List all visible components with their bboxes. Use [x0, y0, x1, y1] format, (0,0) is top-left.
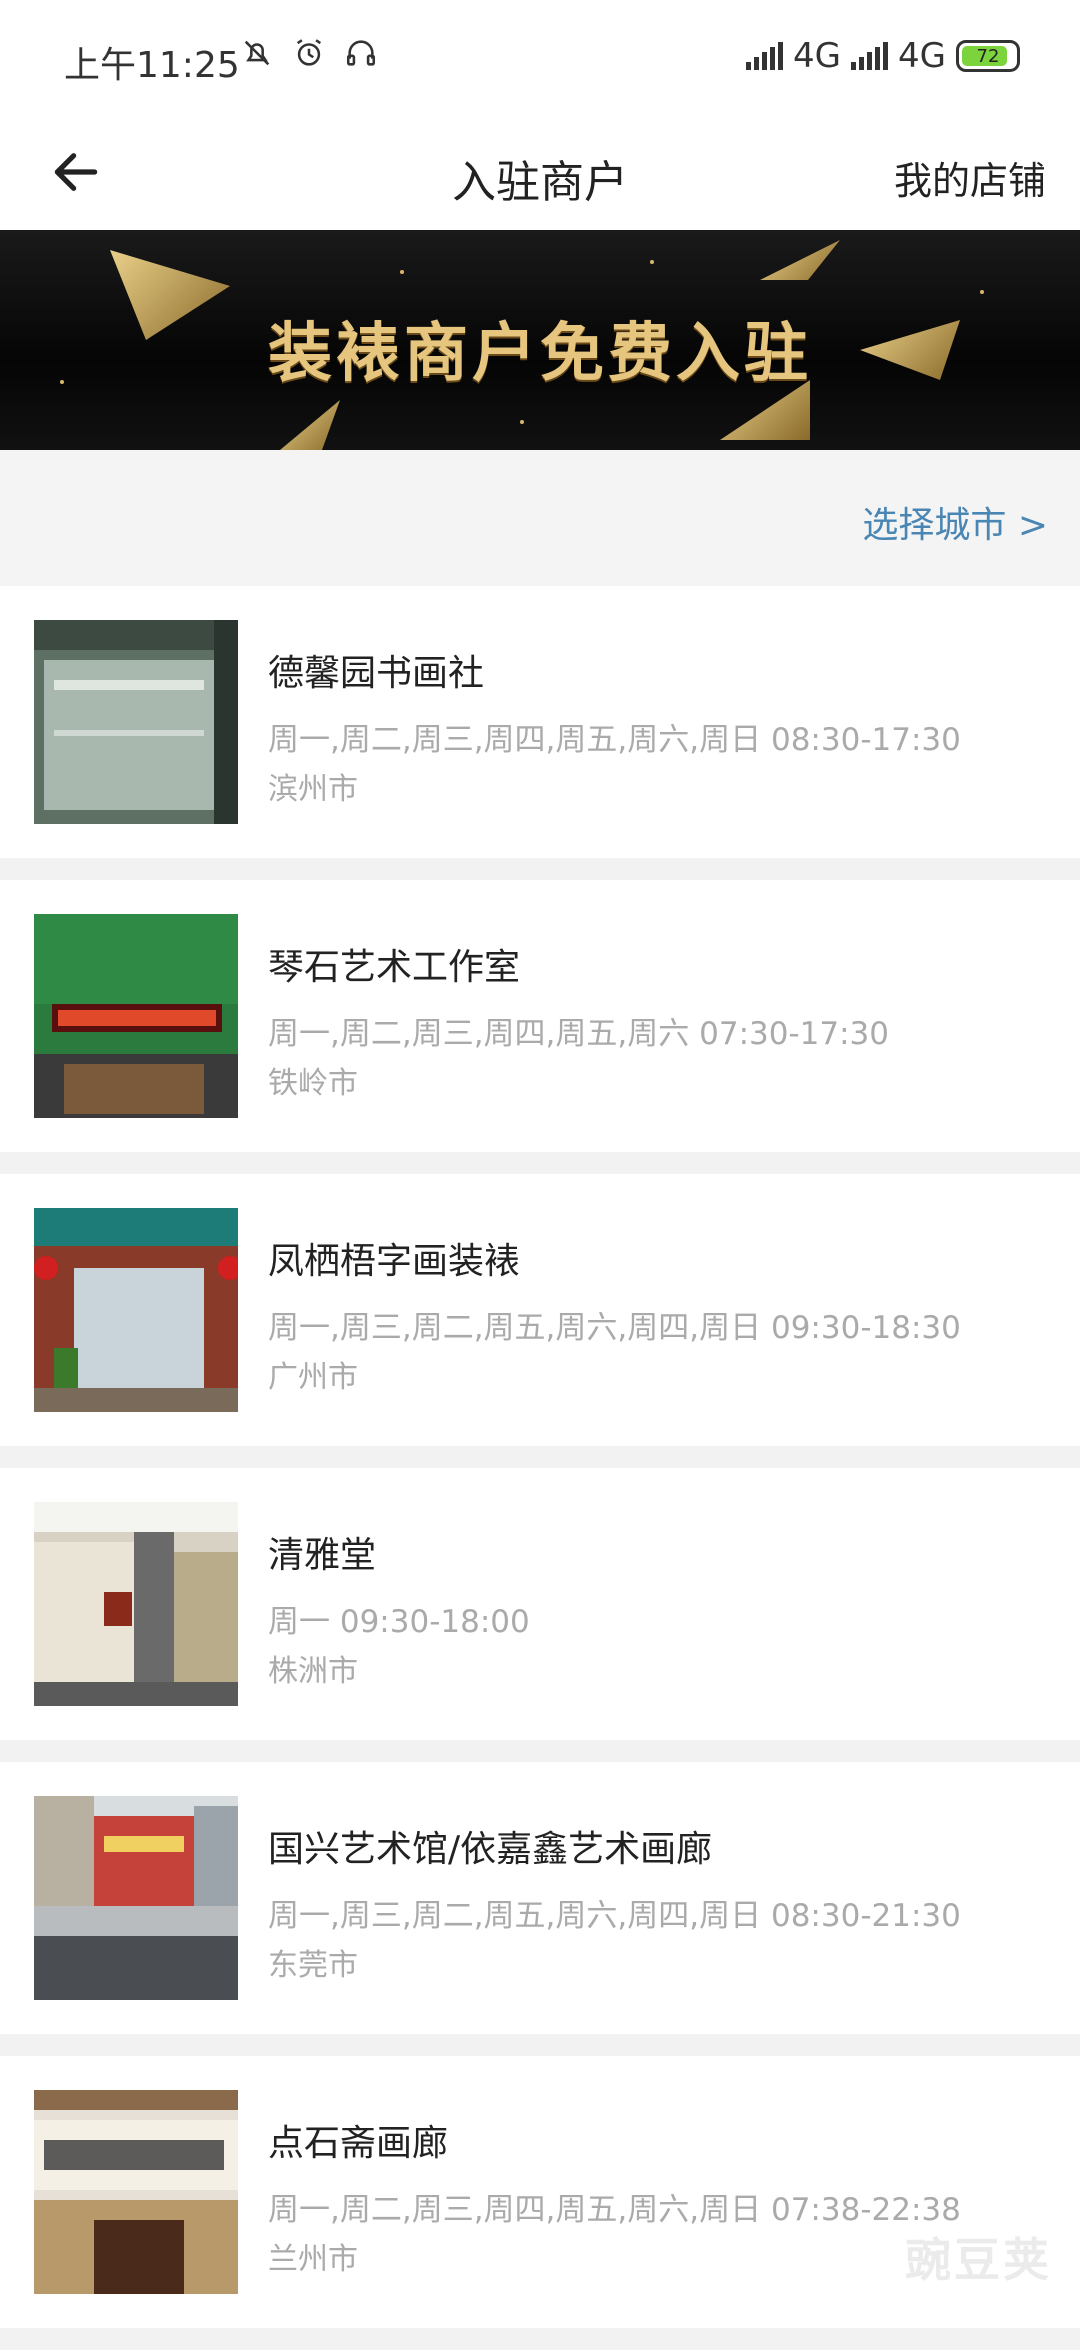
sparkle	[980, 290, 984, 294]
sparkle	[650, 260, 654, 264]
merchant-list: 德馨园书画社 周一,周二,周三,周四,周五,周六,周日 08:30-17:30 …	[0, 586, 1080, 2350]
select-city-button[interactable]: 选择城市 >	[862, 496, 1048, 548]
merchant-item[interactable]: 德馨园书画社 周一,周二,周三,周四,周五,周六,周日 08:30-17:30 …	[0, 586, 1080, 858]
merchant-city: 铁岭市	[268, 1058, 358, 1102]
watermark: 豌豆荚	[905, 2224, 1052, 2290]
bell-off-icon	[240, 36, 274, 70]
merchant-name: 点石斋画廊	[268, 2114, 448, 2166]
merchant-hours: 周一,周二,周三,周四,周五,周六 07:30-17:30	[268, 1008, 889, 1053]
my-shop-link[interactable]: 我的店铺	[894, 150, 1046, 205]
merchant-name: 凤栖梧字画装裱	[268, 1232, 520, 1284]
app-header: 入驻商户 我的店铺	[0, 116, 1080, 230]
signal-icon	[746, 42, 783, 70]
merchant-hours: 周一 09:30-18:00	[268, 1596, 530, 1641]
merchant-city: 株洲市	[268, 1646, 358, 1690]
merchant-name: 德馨园书画社	[268, 644, 484, 696]
status-time: 上午11:25	[64, 36, 240, 88]
gold-shard	[760, 240, 840, 280]
alarm-icon	[292, 36, 326, 70]
merchant-city: 广州市	[268, 1352, 358, 1396]
merchant-thumbnail	[34, 1502, 238, 1706]
merchant-thumbnail	[34, 620, 238, 824]
headphones-icon	[344, 36, 378, 70]
merchant-item[interactable]: 琴石艺术工作室 周一,周二,周三,周四,周五,周六 07:30-17:30 铁岭…	[0, 880, 1080, 1152]
status-icons-right: 4G 4G 72	[746, 36, 1020, 76]
status-bar: 上午11:25 4G 4G 72	[0, 0, 1080, 116]
merchant-hours: 周一,周三,周二,周五,周六,周四,周日 09:30-18:30	[268, 1302, 961, 1347]
merchant-item[interactable]: 凤栖梧字画装裱 周一,周三,周二,周五,周六,周四,周日 09:30-18:30…	[0, 1174, 1080, 1446]
merchant-name: 国兴艺术馆/依嘉鑫艺术画廊	[268, 1820, 712, 1872]
merchant-hours: 周一,周三,周二,周五,周六,周四,周日 08:30-21:30	[268, 1890, 961, 1935]
merchant-hours: 周一,周二,周三,周四,周五,周六,周日 07:38-22:38	[268, 2184, 961, 2229]
merchant-item[interactable]: 清雅堂 周一 09:30-18:00 株洲市	[0, 1468, 1080, 1740]
merchant-city: 滨州市	[268, 764, 358, 808]
sparkle	[520, 420, 524, 424]
merchant-city: 兰州市	[268, 2234, 358, 2278]
gold-shard	[280, 400, 340, 450]
merchant-item[interactable]: 国兴艺术馆/依嘉鑫艺术画廊 周一,周三,周二,周五,周六,周四,周日 08:30…	[0, 1762, 1080, 2034]
network-label-1: 4G	[793, 36, 841, 76]
network-label-2: 4G	[898, 36, 946, 76]
merchant-city: 东莞市	[268, 1940, 358, 1984]
merchant-name: 清雅堂	[268, 1526, 376, 1578]
signal-icon-2	[851, 42, 888, 70]
battery-level: 72	[977, 46, 1000, 67]
city-selector-bar: 选择城市 >	[0, 450, 1080, 586]
promo-banner[interactable]: 装裱商户免费入驻	[0, 230, 1080, 450]
merchant-thumbnail	[34, 1208, 238, 1412]
sparkle	[400, 270, 404, 274]
merchant-thumbnail	[34, 1796, 238, 2000]
battery-icon: 72	[956, 40, 1020, 72]
merchant-thumbnail	[34, 914, 238, 1118]
merchant-hours: 周一,周二,周三,周四,周五,周六,周日 08:30-17:30	[268, 714, 961, 759]
banner-text: 装裱商户免费入驻	[0, 302, 1080, 394]
merchant-name: 琴石艺术工作室	[268, 938, 520, 990]
merchant-thumbnail	[34, 2090, 238, 2294]
status-icons-left	[240, 36, 378, 70]
